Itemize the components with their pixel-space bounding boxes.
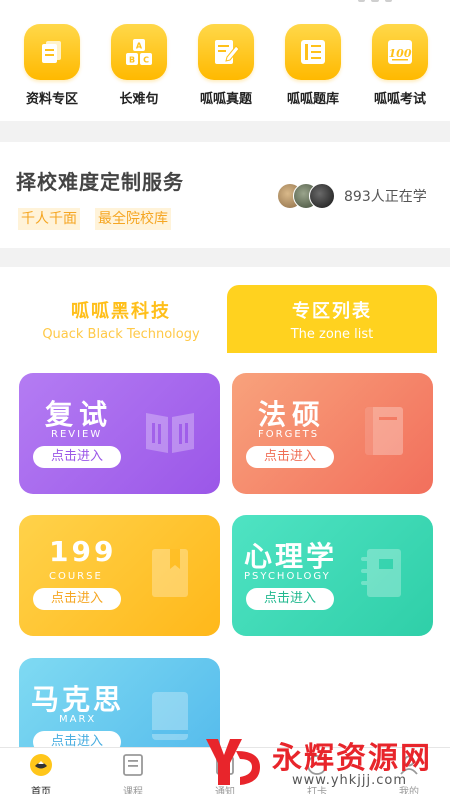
zone-title: 复试: [45, 398, 114, 431]
watermark-url: www.yhkjjj.com: [292, 773, 408, 788]
quick-link-label: 呱呱考试: [373, 92, 426, 107]
watermark-name: 永辉资源网: [272, 741, 432, 776]
law-book-icon: [365, 407, 403, 455]
enter-button[interactable]: 点击进入: [246, 446, 334, 468]
enter-button[interactable]: 点击进入: [33, 731, 121, 747]
zone-subtitle: PSYCHOLOGY: [244, 571, 331, 582]
zone-title: 马克思: [31, 683, 125, 716]
quick-link-label: 长难句: [119, 92, 159, 107]
enter-button[interactable]: 点击进入: [246, 588, 334, 610]
zone-card-law[interactable]: 法硕 FORGETS 点击进入: [232, 373, 433, 494]
avatar: [309, 183, 335, 209]
school-selection-service-card[interactable]: 择校难度定制服务 千人千面 最全院校库 893人正在学: [0, 142, 450, 248]
service-title: 择校难度定制服务: [16, 170, 184, 194]
enter-button[interactable]: 点击进入: [33, 588, 121, 610]
zone-title: 199: [49, 535, 117, 568]
zone-card-marx[interactable]: 马克思 MARX 点击进入: [19, 658, 220, 747]
score-100-icon: 100: [372, 24, 428, 80]
zone-card-psychology[interactable]: 心理学 PSYCHOLOGY 点击进入: [232, 515, 433, 636]
quick-link-exam[interactable]: 100 呱呱考试: [360, 24, 440, 107]
zone-title: 法硕: [258, 398, 327, 431]
app-screen: 资料专区 ABC 长难句 呱呱真题 呱呱题库 100 呱呱考试 择校难度定制服务…: [0, 0, 450, 794]
nav-course[interactable]: 课程: [98, 752, 168, 794]
notebook-icon: [361, 549, 401, 597]
service-tag: 最全院校库: [95, 208, 171, 230]
tab-zone-list[interactable]: 专区列表 The zone list: [227, 285, 437, 353]
nav-label: 首页: [31, 787, 51, 794]
document-stack-icon: [24, 24, 80, 80]
tab-title: 专区列表: [292, 301, 372, 322]
home-duck-icon: [30, 754, 52, 776]
zone-card-199[interactable]: 199 COURSE 点击进入: [19, 515, 220, 636]
zone-card-review[interactable]: 复试 REVIEW 点击进入: [19, 373, 220, 494]
course-icon: [123, 754, 143, 776]
closed-book-icon: [152, 692, 188, 740]
exam-paper-pen-icon: [198, 24, 254, 80]
zone-subtitle: COURSE: [49, 571, 103, 582]
tab-black-technology[interactable]: 呱呱黑科技 Quack Black Technology: [16, 285, 226, 353]
learner-avatars: [277, 183, 337, 209]
learners-count: 893人正在学: [344, 189, 427, 205]
svg-text:B: B: [129, 56, 135, 65]
question-bank-icon: [285, 24, 341, 80]
nav-label: 课程: [123, 787, 143, 794]
quick-link-question-bank[interactable]: 呱呱题库: [273, 24, 353, 107]
svg-text:C: C: [143, 56, 149, 65]
tab-subtitle: Quack Black Technology: [42, 327, 200, 342]
quick-link-real-exams[interactable]: 呱呱真题: [186, 24, 266, 107]
svg-text:A: A: [136, 42, 143, 51]
zone-subtitle: MARX: [59, 714, 97, 725]
tab-title: 呱呱黑科技: [71, 301, 171, 322]
quick-links: 资料专区 ABC 长难句 呱呱真题 呱呱题库 100 呱呱考试: [0, 6, 450, 121]
quick-link-long-sentences[interactable]: ABC 长难句: [99, 24, 179, 107]
svg-text:100: 100: [389, 47, 412, 60]
bookmark-book-icon: [152, 549, 188, 597]
quick-link-materials[interactable]: 资料专区: [12, 24, 92, 107]
enter-button[interactable]: 点击进入: [33, 446, 121, 468]
watermark: 永辉资源网 www.yhkjjj.com: [200, 729, 450, 794]
quick-link-label: 资料专区: [25, 92, 78, 107]
nav-home[interactable]: 首页: [6, 752, 76, 794]
watermark-logo-icon: [206, 739, 260, 785]
zone-section: 呱呱黑科技 Quack Black Technology 专区列表 The zo…: [0, 267, 450, 747]
zone-title: 心理学: [244, 540, 338, 573]
open-book-icon: [146, 413, 194, 453]
quick-link-label: 呱呱题库: [286, 92, 339, 107]
abc-blocks-icon: ABC: [111, 24, 167, 80]
service-tag: 千人千面: [18, 208, 80, 230]
zone-subtitle: REVIEW: [51, 429, 103, 440]
quick-link-label: 呱呱真题: [199, 92, 252, 107]
tab-subtitle: The zone list: [290, 327, 374, 342]
zone-subtitle: FORGETS: [258, 429, 320, 440]
